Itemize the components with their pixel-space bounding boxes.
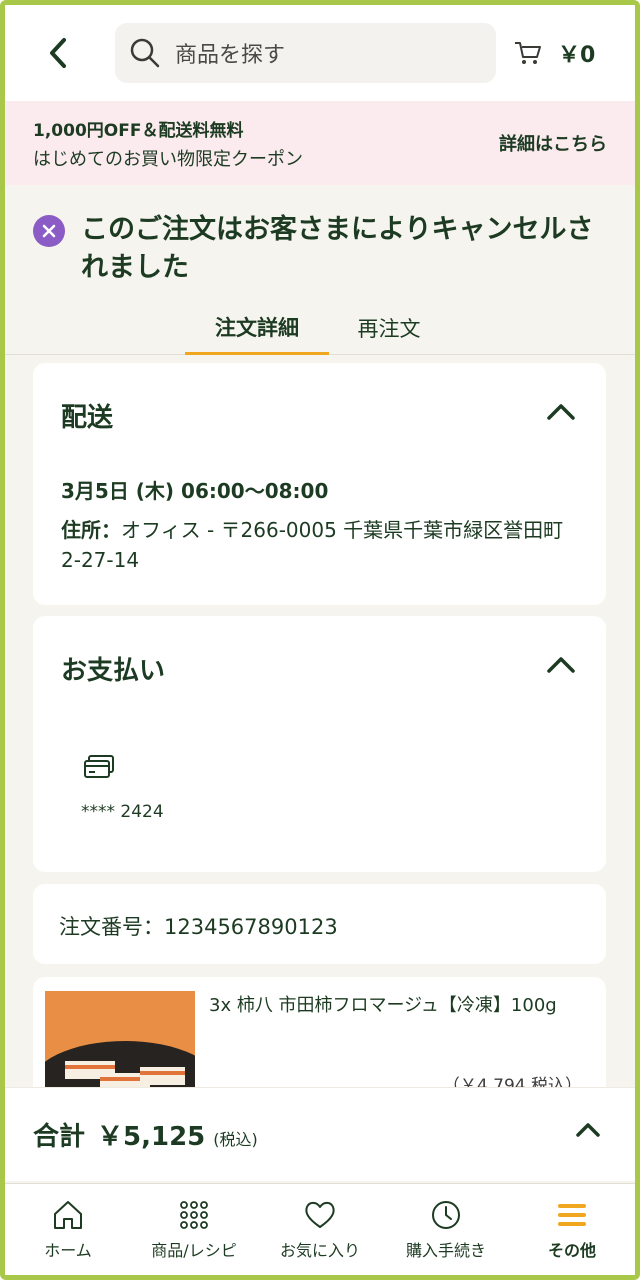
nav-label-products: 商品/レシピ (151, 1240, 237, 1260)
delivery-address: 住所：オフィス - 〒266-0005 千葉県千葉市緑区誉田町2-27-14 (61, 515, 581, 575)
total-label: 合計 (33, 1122, 86, 1152)
bottom-nav: ホーム 商品/レシピ お気に入り 購入手続き その他 (5, 1183, 635, 1275)
chevron-left-icon (50, 38, 66, 68)
total-amount: ￥5,125 (97, 1122, 206, 1152)
order-number-label: 注文番号： (59, 915, 164, 939)
cancel-message: このご注文はお客さまによりキャンセルされました (81, 214, 594, 283)
order-number-value: 1234567890123 (164, 915, 338, 939)
nav-item-home[interactable]: ホーム (5, 1184, 131, 1275)
credit-card-icon (84, 755, 114, 778)
chevron-up-icon[interactable] (546, 654, 576, 674)
tab-reorder[interactable]: 再注文 (329, 301, 449, 355)
cancel-notice: このご注文はお客さまによりキャンセルされました (33, 211, 603, 287)
delivery-card: 配送 3月5日 (木) 06:00〜08:00 住所：オフィス - 〒266-0… (33, 363, 606, 605)
coupon-texts: 1,000円OFF＆配送料無料 はじめてのお買い物限定クーポン (33, 116, 303, 171)
payment-title: お支払い (61, 656, 166, 686)
cart-amount: ￥0 (558, 43, 596, 68)
nav-item-checkout[interactable]: 購入手続き (383, 1184, 509, 1275)
delivery-datetime: 3月5日 (木) 06:00〜08:00 (61, 479, 329, 503)
nav-item-products[interactable]: 商品/レシピ (131, 1184, 257, 1275)
total-tax-note: (税込) (213, 1129, 258, 1149)
chevron-up-icon[interactable] (575, 1120, 601, 1138)
delivery-title: 配送 (61, 403, 114, 433)
clock-icon (432, 1200, 460, 1229)
total-bar: 合計 ￥5,125 (税込) (5, 1087, 635, 1181)
card-number: **** 2424 (81, 802, 164, 822)
coupon-subtitle: はじめてのお買い物限定クーポン (33, 148, 303, 170)
nav-item-more[interactable]: その他 (509, 1184, 635, 1275)
cart-button[interactable]: ￥0 (514, 37, 595, 69)
product-name: 3x 柿八 市田柿フロマージュ【冷凍】100g (209, 995, 557, 1016)
nav-label-home: ホーム (44, 1240, 92, 1260)
nav-label-more: その他 (547, 1240, 596, 1260)
grid-icon (180, 1200, 208, 1229)
order-number-card: 注文番号：1234567890123 (33, 884, 606, 964)
menu-icon (558, 1203, 586, 1226)
heart-icon (305, 1201, 335, 1228)
coupon-banner[interactable]: 1,000円OFF＆配送料無料 はじめてのお買い物限定クーポン 詳細はこちら (5, 101, 635, 185)
tab-order-details[interactable]: 注文詳細 (185, 301, 329, 355)
coupon-details-link[interactable]: 詳細はこちら (499, 130, 607, 156)
back-button[interactable] (23, 23, 93, 83)
order-tabs: 注文詳細 再注文 (5, 301, 635, 355)
product-image (45, 991, 195, 1101)
nav-label-favorites: お気に入り (279, 1240, 360, 1260)
chevron-up-icon[interactable] (546, 401, 576, 421)
nav-label-checkout: 購入手続き (405, 1240, 486, 1260)
cart-icon (515, 42, 541, 64)
address-label: 住所： (61, 518, 121, 542)
order-number: 注文番号：1234567890123 (59, 911, 338, 941)
app-frame: 商品を探す ￥0 1,000円OFF＆配送料無料 はじめてのお買い物限定クーポン… (0, 0, 640, 1280)
home-icon (54, 1200, 82, 1229)
search-placeholder: 商品を探す (175, 43, 286, 68)
address-value: オフィス - 〒266-0005 千葉県千葉市緑区誉田町2-27-14 (61, 518, 564, 572)
nav-item-favorites[interactable]: お気に入り (257, 1184, 383, 1275)
search-bar[interactable]: 商品を探す (115, 23, 496, 83)
header: 商品を探す ￥0 (5, 5, 635, 101)
search-icon (130, 38, 160, 68)
payment-card: お支払い **** 2424 (33, 616, 606, 872)
close-circle-icon (33, 215, 65, 247)
coupon-title: 1,000円OFF＆配送料無料 (33, 120, 244, 141)
